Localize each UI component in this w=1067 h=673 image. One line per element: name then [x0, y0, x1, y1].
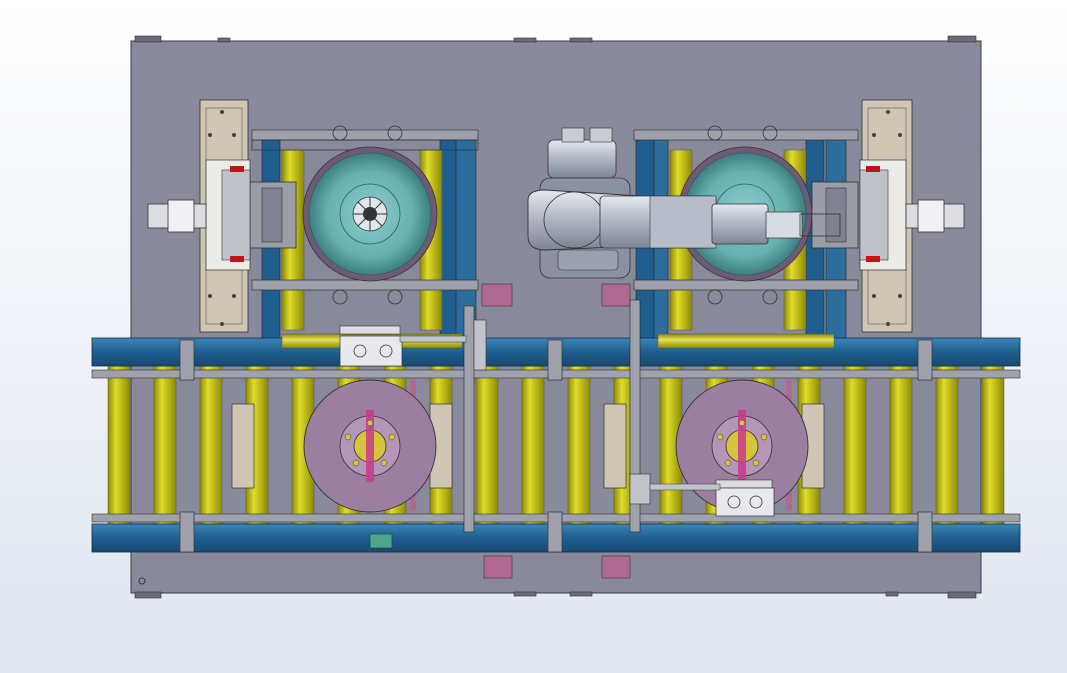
bearing-block-left — [339, 325, 403, 367]
conveyor-roller — [107, 365, 131, 525]
conveyor-roller — [153, 365, 177, 525]
assembly-drawing — [0, 0, 1067, 673]
conveyor-roller — [981, 365, 1005, 525]
conveyor-roller — [843, 365, 867, 525]
conveyor-roller — [521, 365, 545, 525]
conveyor-roller — [935, 365, 959, 525]
conveyor-roller — [567, 365, 591, 525]
bearing-block-right — [715, 479, 775, 517]
conveyor-roller — [475, 365, 499, 525]
cad-viewport — [0, 0, 1067, 673]
conveyor-roller — [199, 365, 223, 525]
conveyor-roller — [889, 365, 913, 525]
